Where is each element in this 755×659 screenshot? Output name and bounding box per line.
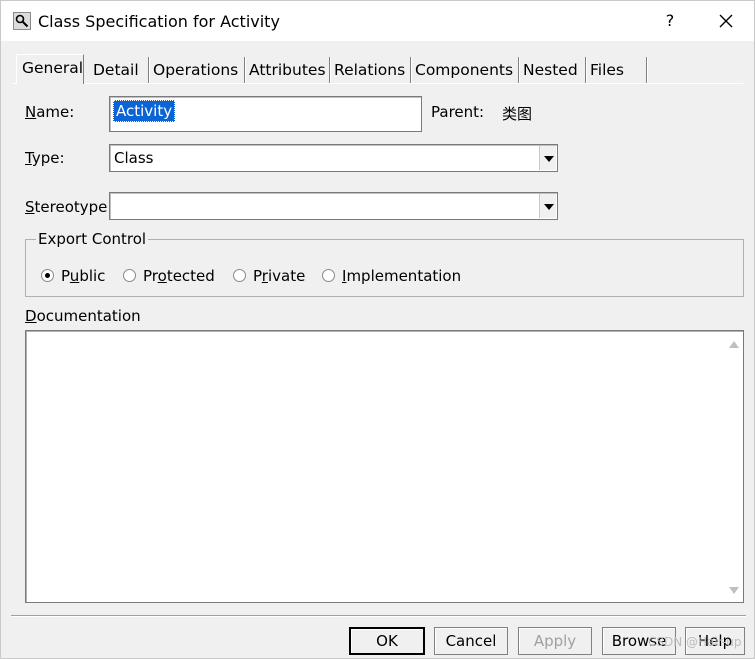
magnifier-icon bbox=[13, 12, 31, 30]
ok-button[interactable]: OK bbox=[349, 627, 425, 655]
export-control-label: Export Control bbox=[36, 230, 149, 248]
tab-label: Detail bbox=[93, 61, 139, 79]
scroll-up-icon[interactable] bbox=[729, 341, 739, 348]
stereotype-select[interactable] bbox=[109, 192, 558, 220]
stereotype-label: Stereotype: bbox=[25, 198, 113, 216]
tab-label: Relations bbox=[334, 61, 406, 79]
tab-label: Files bbox=[590, 61, 625, 79]
tab-strip-divider bbox=[13, 83, 743, 84]
radio-label: Protected bbox=[143, 267, 215, 285]
radio-icon bbox=[123, 269, 136, 282]
apply-button[interactable]: Apply bbox=[518, 627, 592, 655]
parent-value: 类图 bbox=[502, 105, 533, 123]
tab-files[interactable]: Files bbox=[586, 57, 647, 83]
tab-detail[interactable]: Detail bbox=[89, 57, 149, 83]
tab-nested[interactable]: Nested bbox=[519, 57, 586, 83]
class-specification-dialog: Class Specification for Activity ? Gener… bbox=[0, 0, 755, 659]
documentation-textarea[interactable] bbox=[25, 330, 744, 603]
help-button[interactable]: ? bbox=[661, 11, 679, 31]
close-button[interactable] bbox=[713, 9, 739, 33]
footer-divider bbox=[11, 615, 746, 616]
title-bar: Class Specification for Activity ? bbox=[1, 1, 754, 41]
cancel-button[interactable]: Cancel bbox=[434, 627, 508, 655]
documentation-label: Documentation bbox=[25, 307, 141, 325]
type-select[interactable]: Class bbox=[109, 144, 558, 172]
tab-operations[interactable]: Operations bbox=[149, 57, 245, 83]
type-value: Class bbox=[114, 149, 154, 167]
scroll-down-icon[interactable] bbox=[729, 587, 739, 594]
tab-label: Components bbox=[415, 61, 514, 79]
tab-label: Operations bbox=[153, 61, 239, 79]
type-label: Type: bbox=[25, 149, 65, 167]
tab-relations[interactable]: Relations bbox=[330, 57, 411, 83]
watermark: CSDN @Hair-up bbox=[648, 635, 742, 649]
tab-general[interactable]: General bbox=[16, 54, 84, 84]
chevron-down-icon[interactable] bbox=[539, 194, 556, 218]
window-title: Class Specification for Activity bbox=[38, 12, 280, 31]
name-label: Name: bbox=[25, 103, 75, 121]
chevron-down-icon[interactable] bbox=[539, 146, 556, 170]
radio-label: Private bbox=[253, 267, 306, 285]
tab-components[interactable]: Components bbox=[411, 57, 519, 83]
parent-label: Parent: bbox=[431, 103, 485, 121]
tab-label: Nested bbox=[523, 61, 578, 79]
vertical-scrollbar[interactable] bbox=[725, 332, 742, 601]
radio-label: Public bbox=[61, 267, 106, 285]
tab-label: Attributes bbox=[249, 61, 326, 79]
radio-label: Implementation bbox=[342, 267, 462, 285]
radio-icon bbox=[322, 269, 335, 282]
name-value: Activity bbox=[113, 100, 176, 122]
tab-attributes[interactable]: Attributes bbox=[245, 57, 330, 83]
radio-selected-icon bbox=[41, 269, 54, 282]
radio-icon bbox=[233, 269, 246, 282]
close-icon bbox=[719, 14, 733, 28]
name-input[interactable]: Activity bbox=[109, 96, 422, 132]
